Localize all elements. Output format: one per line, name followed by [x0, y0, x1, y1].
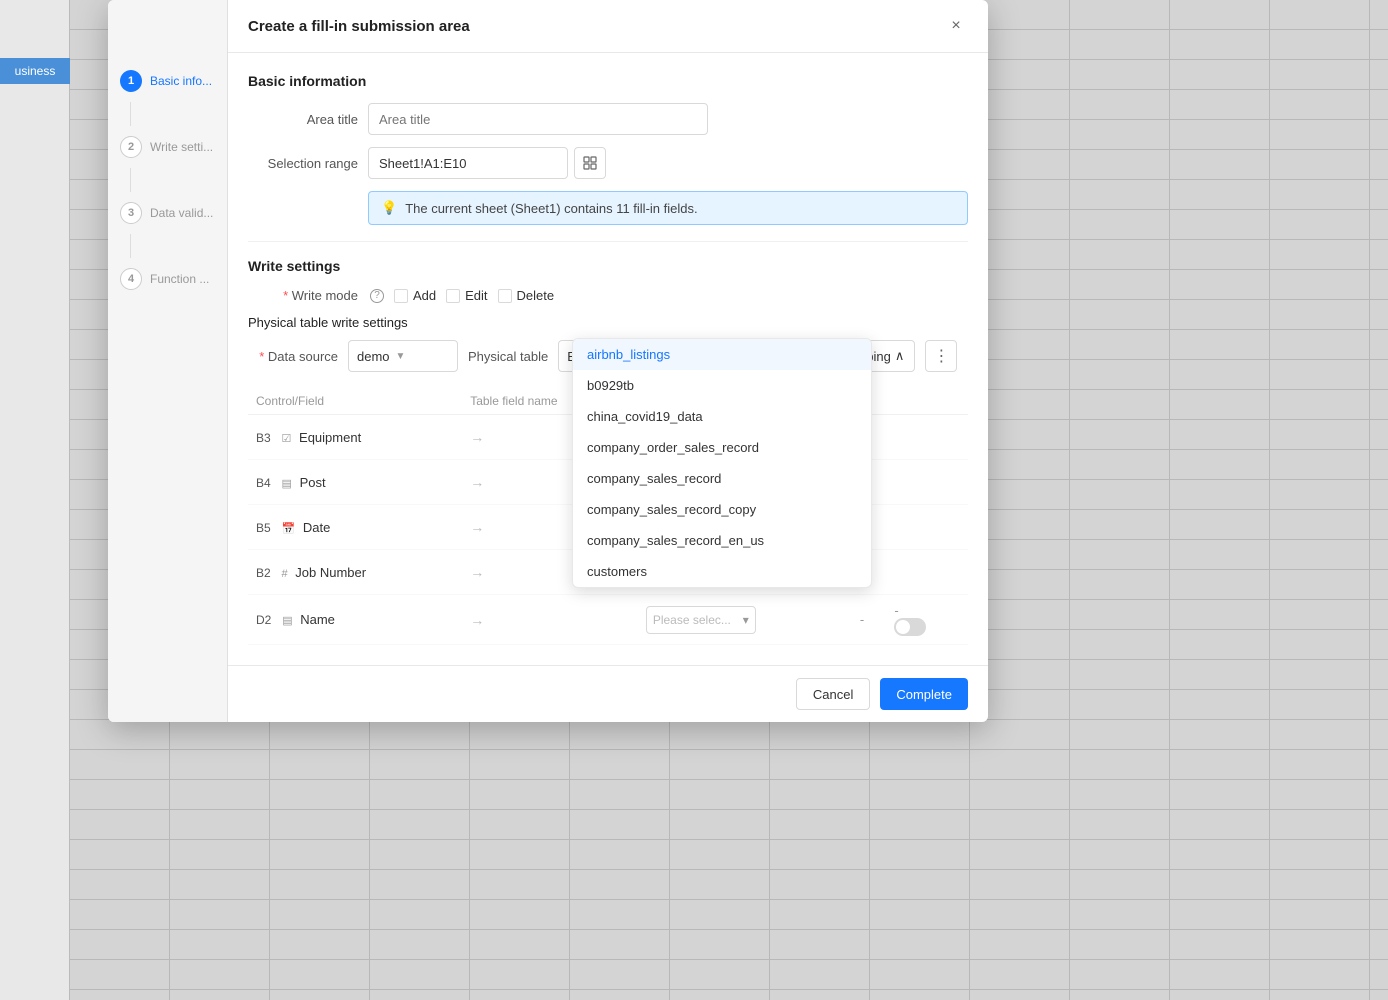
dash-value-2: -	[894, 603, 898, 618]
modal-footer: Cancel Complete	[228, 665, 988, 722]
add-checkbox-label[interactable]: Add	[394, 288, 436, 303]
arrow-right-icon: →	[470, 474, 484, 490]
step-1-label: Basic info...	[150, 74, 212, 88]
cell-ref: B3	[256, 431, 271, 445]
more-options-button[interactable]: ⋮	[925, 340, 957, 372]
write-settings-title: Write settings	[248, 258, 968, 274]
field-select-arrow: ▾	[743, 613, 749, 627]
help-icon[interactable]: ?	[370, 289, 384, 303]
info-icon: 💡	[381, 200, 397, 216]
col-extra2	[886, 388, 968, 415]
sidebar-label: usiness	[0, 58, 70, 84]
delete-checkbox[interactable]	[498, 289, 512, 303]
step-3[interactable]: 3 Data valid...	[108, 192, 227, 234]
modal-header: Create a fill-in submission area ×	[228, 0, 988, 53]
cell-ref: B5	[256, 521, 271, 535]
step-2[interactable]: 2 Write setti...	[108, 126, 227, 168]
cell-ref: B2	[256, 566, 271, 580]
step-2-label: Write setti...	[150, 140, 213, 154]
field-mapping-arrow-icon: ∧	[895, 348, 905, 364]
post-icon: ▤	[282, 478, 292, 490]
step-3-label: Data valid...	[150, 206, 213, 220]
edit-label: Edit	[465, 288, 487, 303]
close-button[interactable]: ×	[944, 14, 968, 38]
step-connector-3	[130, 234, 131, 258]
grid-icon	[583, 156, 597, 170]
area-title-label: Area title	[248, 112, 358, 127]
cell-ref: D2	[256, 613, 271, 627]
dropdown-item-china[interactable]: china_covid19_data	[573, 401, 871, 432]
dash-value: -	[860, 612, 864, 627]
divider-1	[248, 241, 968, 242]
physical-table-section-title: Physical table write settings	[248, 315, 968, 330]
equipment-icon: ☑	[282, 433, 292, 445]
modal-title: Create a fill-in submission area	[248, 18, 470, 35]
step-2-number: 2	[120, 136, 142, 158]
selection-range-row: Selection range	[248, 147, 968, 179]
jobnumber-icon: #	[282, 568, 288, 580]
step-1[interactable]: 1 Basic info...	[108, 60, 227, 102]
left-sidebar: usiness	[0, 0, 70, 1000]
add-label: Add	[413, 288, 436, 303]
cell-ref: B4	[256, 476, 271, 490]
step-connector-2	[130, 168, 131, 192]
basic-info-title: Basic information	[248, 73, 968, 89]
step-4-label: Function ...	[150, 272, 209, 286]
stepper-panel: 1 Basic info... 2 Write setti... 3 Data …	[108, 0, 228, 722]
write-mode-label: Write mode	[248, 288, 358, 303]
toggle-switch-d2[interactable]	[894, 618, 926, 636]
arrow-right-icon: →	[470, 564, 484, 580]
field-name: Name	[300, 612, 335, 627]
field-name: Equipment	[299, 430, 361, 445]
selection-range-wrapper	[368, 147, 606, 179]
arrow-right-icon: →	[470, 429, 484, 445]
col-control-field: Control/Field	[248, 388, 462, 415]
date-icon: 📅	[282, 523, 296, 535]
datasource-arrow-icon: ▼	[396, 351, 406, 362]
edit-checkbox-label[interactable]: Edit	[446, 288, 487, 303]
arrow-right-icon: →	[470, 612, 484, 628]
area-title-row: Area title	[248, 103, 968, 135]
datasource-dropdown[interactable]: demo ▼	[348, 340, 458, 372]
physical-table-label: Physical table	[468, 349, 548, 364]
table-dropdown-popup: airbnb_listings b0929tb china_covid19_da…	[572, 338, 872, 588]
dropdown-item-customers[interactable]: customers	[573, 556, 871, 587]
datasource-label: Data source	[248, 349, 338, 364]
complete-button[interactable]: Complete	[880, 678, 968, 710]
selection-range-input[interactable]	[368, 147, 568, 179]
datasource-value: demo	[357, 349, 390, 364]
write-mode-row: Write mode ? Add Edit Delete	[248, 288, 968, 303]
field-name: Job Number	[295, 565, 366, 580]
edit-checkbox[interactable]	[446, 289, 460, 303]
selection-range-label: Selection range	[248, 156, 358, 171]
arrow-right-icon: →	[470, 519, 484, 535]
area-title-input[interactable]	[368, 103, 708, 135]
name-icon: ▤	[282, 615, 292, 627]
step-connector-1	[130, 102, 131, 126]
dropdown-item-company-sales-en[interactable]: company_sales_record_en_us	[573, 525, 871, 556]
dropdown-item-company-sales-copy[interactable]: company_sales_record_copy	[573, 494, 871, 525]
dropdown-item-b0929tb[interactable]: b0929tb	[573, 370, 871, 401]
dropdown-item-company-order[interactable]: company_order_sales_record	[573, 432, 871, 463]
info-text: The current sheet (Sheet1) contains 11 f…	[405, 201, 697, 216]
grid-select-button[interactable]	[574, 147, 606, 179]
field-select-d2[interactable]: Please selec... ▾	[646, 606, 756, 634]
delete-checkbox-label[interactable]: Delete	[498, 288, 555, 303]
step-4-number: 4	[120, 268, 142, 290]
delete-label: Delete	[517, 288, 555, 303]
cancel-button[interactable]: Cancel	[796, 678, 870, 710]
step-1-number: 1	[120, 70, 142, 92]
info-banner: 💡 The current sheet (Sheet1) contains 11…	[368, 191, 968, 225]
field-name: Date	[303, 520, 330, 535]
step-3-number: 3	[120, 202, 142, 224]
step-4[interactable]: 4 Function ...	[108, 258, 227, 300]
dropdown-item-airbnb[interactable]: airbnb_listings	[573, 339, 871, 370]
add-checkbox[interactable]	[394, 289, 408, 303]
more-icon: ⋮	[933, 346, 949, 366]
dropdown-item-company-sales[interactable]: company_sales_record	[573, 463, 871, 494]
field-name: Post	[300, 475, 326, 490]
table-row: D2 ▤ Name → Please selec... ▾	[248, 595, 968, 645]
